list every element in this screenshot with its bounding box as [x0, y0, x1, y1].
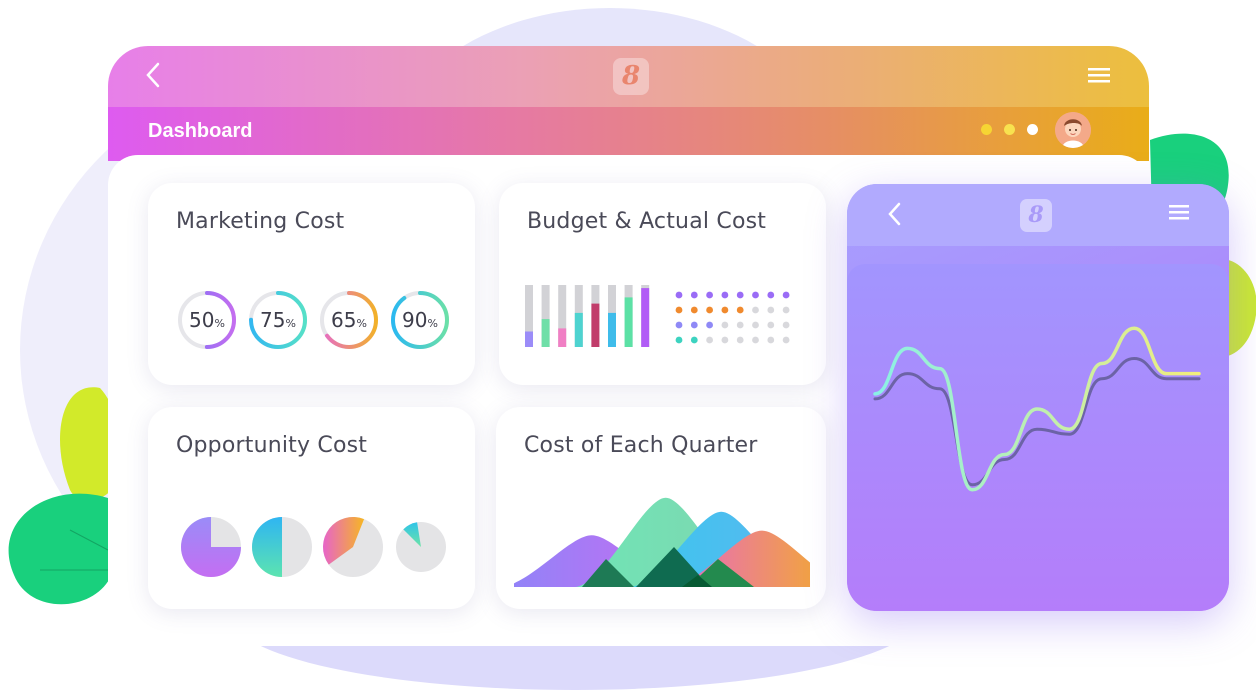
opportunity-pie-charts: [181, 517, 446, 577]
bar: [591, 303, 600, 347]
matrix-dot: [721, 306, 729, 314]
donut-value-label: 75%: [247, 289, 309, 351]
app-logo-icon: 8: [1020, 199, 1052, 232]
quarter-cost-card[interactable]: Cost of Each Quarter: [496, 407, 826, 609]
dashboard-header: [108, 107, 1149, 161]
status-dot[interactable]: [1004, 124, 1015, 135]
matrix-dot: [706, 306, 713, 314]
status-dot[interactable]: [981, 124, 992, 135]
pie-slice: [252, 517, 282, 577]
wave-line-chart: [873, 326, 1201, 492]
matrix-dot: [782, 336, 790, 344]
donut-unit: %: [427, 317, 438, 330]
donut-value: 50: [189, 308, 215, 332]
donut-gauge: 65%: [318, 289, 380, 351]
matrix-dot: [721, 321, 729, 329]
user-avatar-icon[interactable]: [1055, 112, 1091, 148]
donut-gauge: 75%: [247, 289, 309, 351]
line-chart-window[interactable]: 8: [847, 184, 1229, 611]
bar: [608, 312, 616, 347]
budget-dot-matrix: [675, 291, 790, 344]
donut-unit: %: [285, 317, 296, 330]
matrix-dot: [767, 336, 775, 344]
matrix-dot: [752, 291, 759, 299]
matrix-dot: [706, 291, 713, 299]
line-series: [873, 356, 1201, 487]
bar: [641, 288, 650, 347]
matrix-dot: [767, 291, 775, 299]
donut-gauge: 90%: [389, 289, 451, 351]
budget-actual-cost-card[interactable]: Budget & Actual Cost: [499, 183, 826, 385]
donut-unit: %: [214, 317, 225, 330]
matrix-dot: [752, 321, 759, 329]
matrix-dot: [690, 306, 698, 314]
donut-value-label: 50%: [176, 289, 238, 351]
bar: [624, 297, 633, 347]
status-dot[interactable]: [1027, 124, 1038, 135]
matrix-dot: [767, 321, 775, 329]
matrix-dot: [721, 336, 729, 344]
matrix-dot: [675, 306, 683, 314]
bar: [574, 312, 583, 347]
matrix-dot: [706, 321, 713, 329]
card-title: Cost of Each Quarter: [524, 433, 758, 458]
donut-value: 75: [260, 308, 286, 332]
app-logo-icon: 8: [613, 58, 649, 95]
donut-unit: %: [356, 317, 367, 330]
marketing-cost-card[interactable]: Marketing Cost 50% 75% 65% 90%: [148, 183, 475, 385]
matrix-dot: [752, 306, 759, 314]
matrix-dot: [782, 306, 790, 314]
bar: [525, 331, 533, 347]
matrix-dot: [736, 321, 744, 329]
matrix-dot: [736, 306, 744, 314]
line-series: [873, 326, 1201, 492]
matrix-dot: [767, 306, 775, 314]
chevron-left-icon[interactable]: [142, 60, 166, 90]
hamburger-menu-icon[interactable]: [1088, 66, 1110, 84]
budget-bar-chart: [525, 285, 650, 347]
bar: [558, 328, 567, 347]
donut-value: 65: [331, 308, 357, 332]
matrix-dot: [690, 321, 698, 329]
donut-gauge: 50%: [176, 289, 238, 351]
opportunity-cost-card[interactable]: Opportunity Cost: [148, 407, 475, 609]
matrix-dot: [752, 336, 759, 344]
chevron-left-icon[interactable]: [885, 200, 905, 228]
matrix-dot: [782, 291, 790, 299]
matrix-dot: [721, 291, 729, 299]
matrix-dot: [675, 291, 683, 299]
title-bar: 8: [108, 46, 1149, 107]
page-title: Dashboard: [148, 120, 253, 142]
card-title: Marketing Cost: [176, 209, 345, 234]
donut-value-label: 90%: [389, 289, 451, 351]
bar: [541, 319, 550, 347]
quarter-area-chart: [514, 497, 810, 587]
matrix-dot: [690, 336, 698, 344]
donut-value-label: 65%: [318, 289, 380, 351]
card-title: Budget & Actual Cost: [527, 209, 767, 234]
matrix-dot: [690, 291, 698, 299]
matrix-dot: [675, 321, 683, 329]
hamburger-menu-icon[interactable]: [1169, 204, 1189, 220]
matrix-dot: [736, 336, 744, 344]
matrix-dot: [706, 336, 713, 344]
matrix-dot: [675, 336, 683, 344]
matrix-dot: [736, 291, 744, 299]
donut-value: 90: [402, 308, 428, 332]
matrix-dot: [782, 321, 790, 329]
